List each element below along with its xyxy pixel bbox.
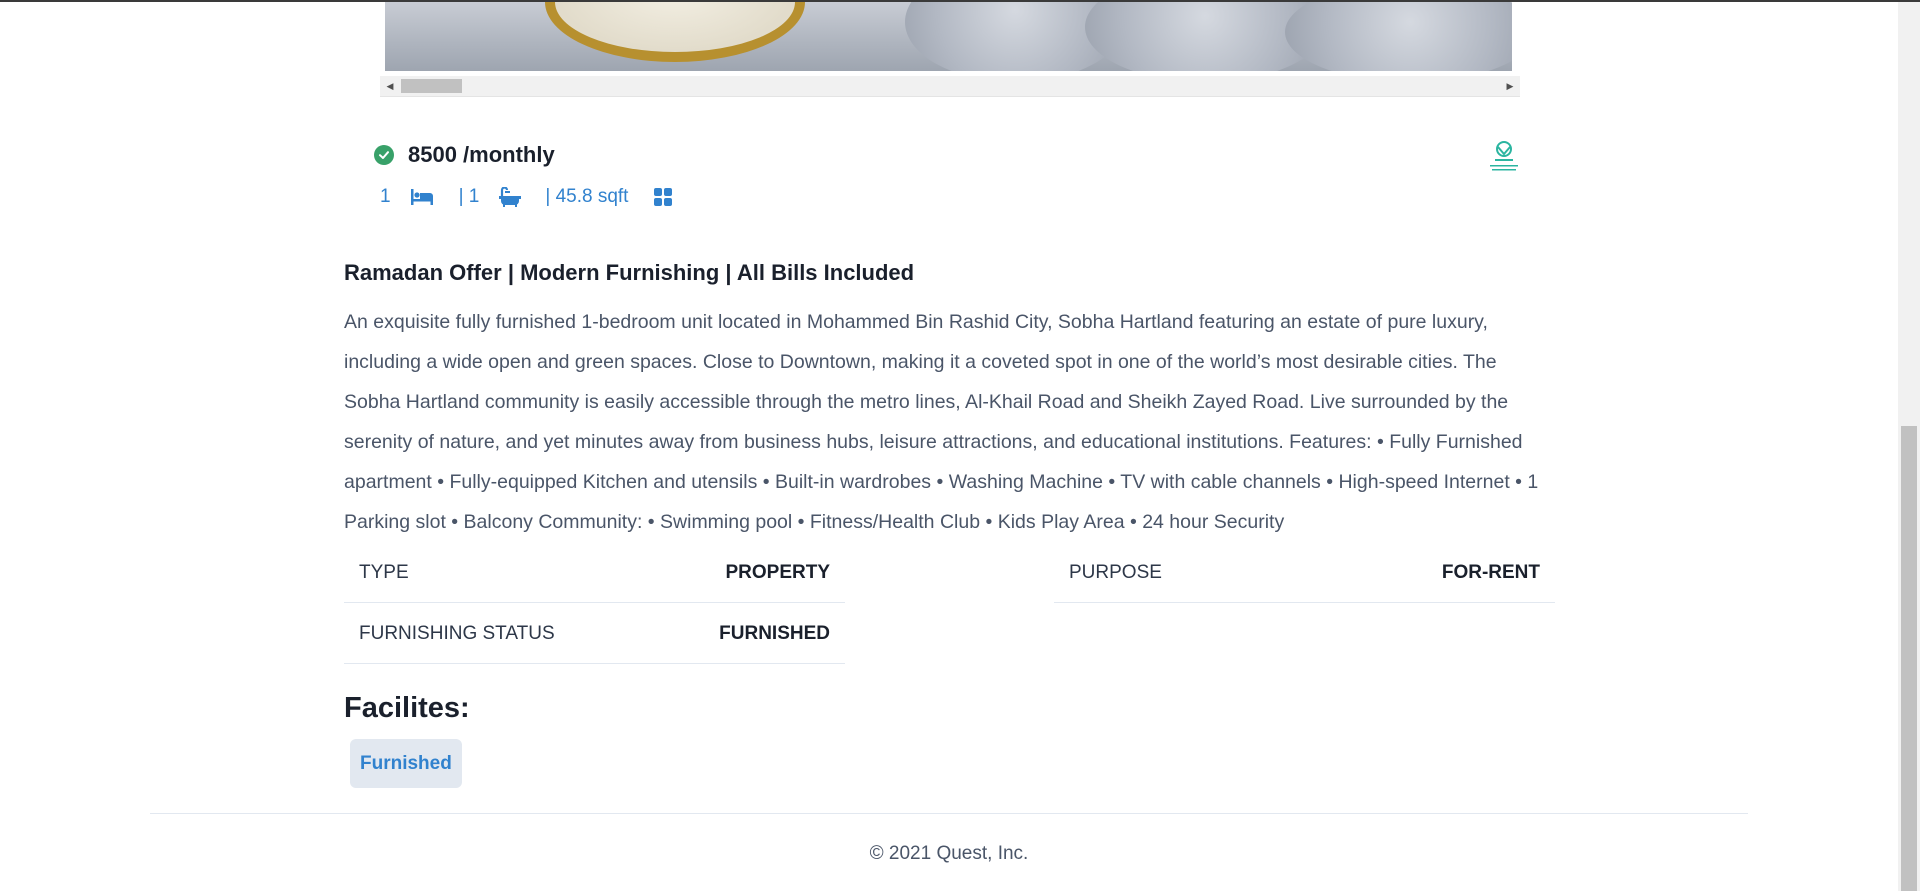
detail-label: PURPOSE [1069, 561, 1162, 583]
scroll-left-arrow-icon[interactable]: ◀ [380, 76, 400, 96]
footer-divider [150, 813, 1748, 814]
gallery-scrollbar-thumb[interactable] [401, 79, 462, 93]
grid-area-icon [654, 185, 673, 209]
area-size: | 45.8 sqft [545, 186, 629, 207]
detail-row-purpose: PURPOSE FOR-RENT [1054, 543, 1555, 603]
detail-row-furnishing: FURNISHING STATUS FURNISHED [344, 604, 845, 664]
facility-badge: Furnished [350, 739, 462, 788]
room-count: 1 [380, 186, 391, 207]
bed-icon [410, 185, 433, 209]
bath-icon [499, 185, 522, 209]
page-vertical-scrollbar[interactable] [1898, 2, 1920, 891]
facilities-heading: Facilites: [344, 692, 470, 724]
listing-price: 8500 /monthly [408, 142, 555, 167]
scroll-right-arrow-icon[interactable]: ▶ [1500, 76, 1520, 96]
detail-row-type: TYPE PROPERTY [344, 543, 845, 603]
property-photo[interactable] [385, 2, 1512, 71]
gallery-horizontal-scrollbar[interactable]: ◀ ▶ [380, 76, 1520, 97]
agency-logo-icon[interactable] [1486, 140, 1522, 174]
property-specs: 1 | 1 | 45.8 sqft [380, 185, 673, 209]
listing-description: An exquisite fully furnished 1-bedroom u… [344, 311, 1539, 533]
page-scrollbar-thumb[interactable] [1901, 426, 1917, 891]
detail-label: TYPE [359, 561, 409, 583]
photo-tray-detail [545, 2, 805, 62]
detail-value: FURNISHED [719, 622, 830, 644]
listing-title: Ramadan Offer | Modern Furnishing | All … [344, 260, 915, 285]
bath-count: | 1 [458, 186, 480, 207]
footer-copyright: © 2021 Quest, Inc. [869, 843, 1029, 864]
detail-value: PROPERTY [725, 561, 830, 583]
detail-label: FURNISHING STATUS [359, 622, 555, 644]
price-row: 8500 /monthly [374, 142, 555, 168]
photo-cushion-detail [1285, 2, 1512, 71]
property-detail-page: ◀ ▶ 8500 /monthly 1 | 1 | 45.8 sqft Rama… [0, 0, 1898, 891]
verified-check-icon [374, 145, 394, 165]
detail-value: FOR-RENT [1441, 561, 1540, 583]
